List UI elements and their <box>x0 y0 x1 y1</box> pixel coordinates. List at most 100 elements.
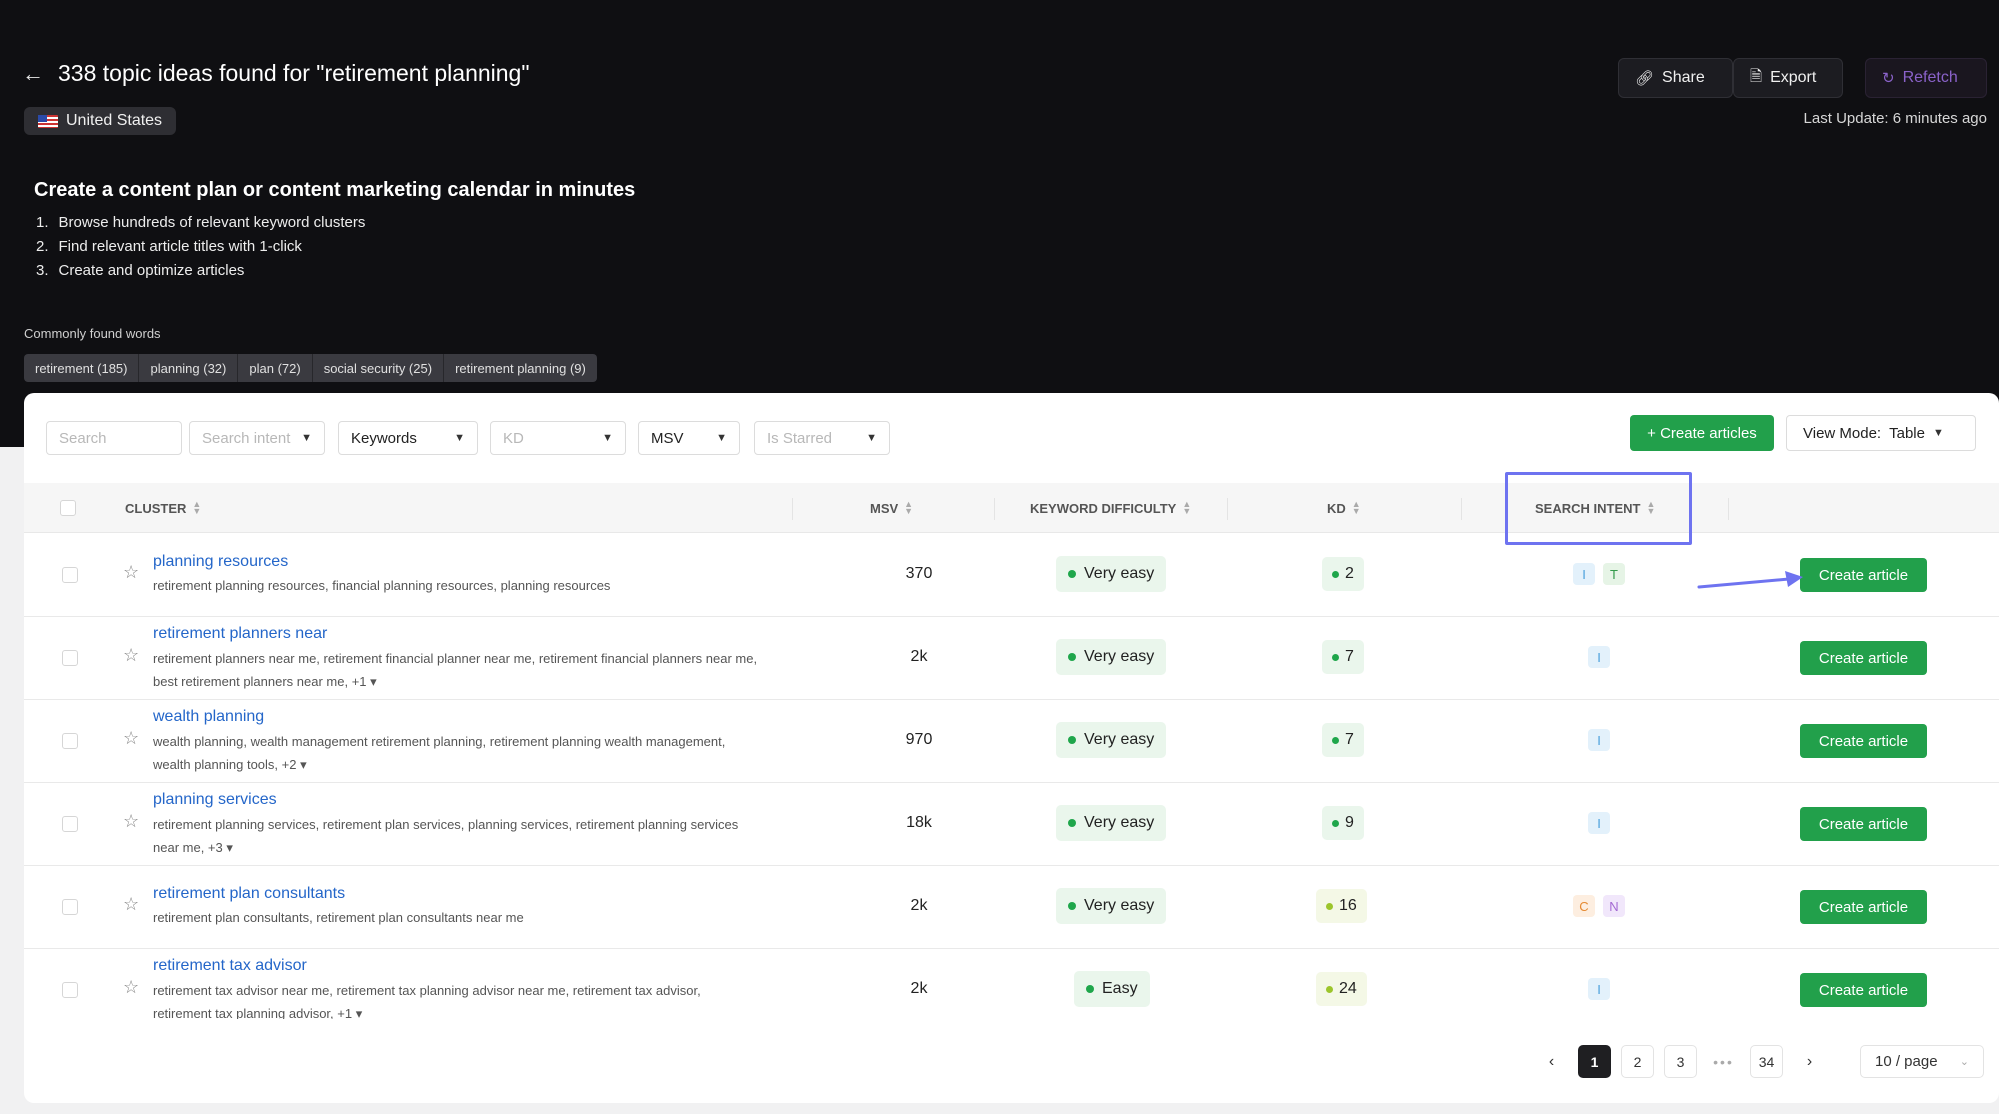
arrow-left-icon[interactable]: ← <box>22 61 44 87</box>
row-checkbox[interactable] <box>62 567 78 583</box>
create-article-button[interactable]: Create article <box>1800 807 1927 841</box>
row-checkbox[interactable] <box>62 650 78 666</box>
table-row: ☆ retirement tax advisor retirement tax … <box>24 949 1999 1019</box>
intent-badges: I <box>1588 646 1610 668</box>
cluster-keywords: retirement planners near me, retirement … <box>153 651 758 689</box>
page-1-button[interactable]: 1 <box>1578 1045 1611 1078</box>
star-icon[interactable]: ☆ <box>123 562 139 583</box>
word-tag[interactable]: planning (32) <box>139 354 239 382</box>
expand-caret-icon[interactable]: ▾ <box>300 757 307 772</box>
promo-step: 3. Create and optimize articles <box>36 262 245 279</box>
cluster-title-link[interactable]: retirement plan consultants <box>153 885 345 903</box>
cluster-title-link[interactable]: wealth planning <box>153 708 264 726</box>
expand-caret-icon[interactable]: ▾ <box>226 840 233 855</box>
share-button[interactable]: 🔗︎ Share <box>1618 58 1733 98</box>
table-row: ☆ wealth planning wealth planning, wealt… <box>24 700 1999 783</box>
page-2-button[interactable]: 2 <box>1621 1045 1654 1078</box>
keywords-select[interactable]: Keywords ▼ <box>338 421 478 455</box>
intent-badges: I T <box>1573 563 1625 585</box>
last-page-button[interactable]: 34 <box>1750 1045 1783 1078</box>
star-icon[interactable]: ☆ <box>123 894 139 915</box>
page-3-button[interactable]: 3 <box>1664 1045 1697 1078</box>
caret-down-icon: ▼ <box>866 432 877 444</box>
star-icon[interactable]: ☆ <box>123 811 139 832</box>
sort-icon: ▲ ▼ <box>1182 499 1192 516</box>
msv-value: 370 <box>905 565 933 582</box>
create-articles-button[interactable]: + Create articles <box>1630 415 1774 451</box>
create-article-button[interactable]: Create article <box>1800 973 1927 1007</box>
caret-down-icon: ▼ <box>454 432 465 444</box>
msv-value: 18k <box>906 814 932 831</box>
star-icon[interactable]: ☆ <box>123 728 139 749</box>
intent-badges: I <box>1588 978 1610 1000</box>
refetch-button[interactable]: ↻ Refetch <box>1865 58 1987 98</box>
prev-page-icon[interactable]: ‹ <box>1535 1045 1568 1078</box>
select-all-checkbox[interactable] <box>60 500 76 516</box>
kd-badge: 24 <box>1316 972 1367 1006</box>
green-dot-icon <box>1068 653 1076 661</box>
kd-select[interactable]: KD ▼ <box>490 421 626 455</box>
row-checkbox[interactable] <box>62 982 78 998</box>
msv-value: 970 <box>905 731 933 748</box>
export-button[interactable]: 🗎︎ Export <box>1733 58 1843 98</box>
cluster-title-link[interactable]: retirement tax advisor <box>153 957 307 975</box>
cluster-title-link[interactable]: planning services <box>153 791 277 809</box>
clusters-panel: Search Search intent ▼ Keywords ▼ KD ▼ MSV ▼… <box>24 393 1999 1103</box>
search-intent-select[interactable]: Search intent ▼ <box>189 421 325 455</box>
word-tag[interactable]: retirement (185) <box>24 354 140 382</box>
more-pages-icon[interactable]: ••• <box>1707 1054 1740 1070</box>
page-header: ← 338 topic ideas found for "retirement … <box>22 60 530 87</box>
search-input[interactable]: Search <box>46 421 182 455</box>
intent-commercial-badge: C <box>1573 895 1595 917</box>
create-article-button[interactable]: Create article <box>1800 724 1927 758</box>
green-dot-icon <box>1068 736 1076 744</box>
kd-badge: 7 <box>1322 640 1364 674</box>
col-msv[interactable]: MSV ▲ ▼ <box>870 483 913 533</box>
expand-caret-icon[interactable]: ▾ <box>370 674 377 689</box>
table-row: ☆ retirement planners near retirement pl… <box>24 617 1999 700</box>
share-label: Share <box>1662 69 1705 86</box>
msv-value: 2k <box>910 648 928 665</box>
search-intent-highlight-box <box>1505 472 1692 545</box>
lime-dot-icon <box>1326 985 1333 993</box>
create-article-button[interactable]: Create article <box>1800 641 1927 675</box>
row-checkbox[interactable] <box>62 733 78 749</box>
msv-value: 2k <box>910 897 928 914</box>
intent-badges: C N <box>1573 895 1625 917</box>
col-cluster[interactable]: CLUSTER ▲ ▼ <box>125 483 201 533</box>
word-tag[interactable]: retirement planning (9) <box>444 354 597 382</box>
row-checkbox[interactable] <box>62 899 78 915</box>
table-row: ☆ planning services retirement planning … <box>24 783 1999 866</box>
cluster-title-link[interactable]: planning resources <box>153 553 288 571</box>
promo-step: 1. Browse hundreds of relevant keyword cl… <box>36 214 366 231</box>
difficulty-badge: Easy <box>1074 971 1150 1007</box>
cluster-title-link[interactable]: retirement planners near <box>153 625 327 643</box>
next-page-icon[interactable]: › <box>1793 1045 1826 1078</box>
expand-caret-icon[interactable]: ▾ <box>356 1006 363 1019</box>
col-keyword-difficulty[interactable]: KEYWORD DIFFICULTY ▲ ▼ <box>1030 483 1191 533</box>
word-tag[interactable]: social security (25) <box>313 354 445 382</box>
caret-down-icon: ▼ <box>301 432 312 444</box>
green-dot-icon <box>1332 819 1339 827</box>
view-mode-select[interactable]: View Mode: Table ▼ <box>1786 415 1976 451</box>
green-dot-icon <box>1068 570 1076 578</box>
create-article-button[interactable]: Create article <box>1800 558 1927 592</box>
word-tag[interactable]: plan (72) <box>238 354 313 382</box>
promo-step: 2. Find relevant article titles with 1-cl… <box>36 238 302 255</box>
cluster-keywords: retirement planning services, retirement… <box>153 817 739 855</box>
star-icon[interactable]: ☆ <box>123 645 139 666</box>
page-size-select[interactable]: 10 / page ⌄ <box>1860 1045 1984 1078</box>
difficulty-badge: Very easy <box>1056 722 1167 758</box>
is-starred-select[interactable]: Is Starred ▼ <box>754 421 890 455</box>
row-checkbox[interactable] <box>62 816 78 832</box>
sort-icon: ▲ ▼ <box>904 499 914 516</box>
promo-heading: Create a content plan or content marketi… <box>34 179 636 201</box>
msv-select[interactable]: MSV ▼ <box>638 421 740 455</box>
green-dot-icon <box>1068 902 1076 910</box>
star-icon[interactable]: ☆ <box>123 977 139 998</box>
view-mode-value: Table <box>1889 424 1925 442</box>
green-dot-icon <box>1086 985 1094 993</box>
country-badge[interactable]: United States <box>24 107 177 135</box>
col-kd[interactable]: KD ▲ ▼ <box>1327 483 1361 533</box>
create-article-button[interactable]: Create article <box>1800 890 1927 924</box>
